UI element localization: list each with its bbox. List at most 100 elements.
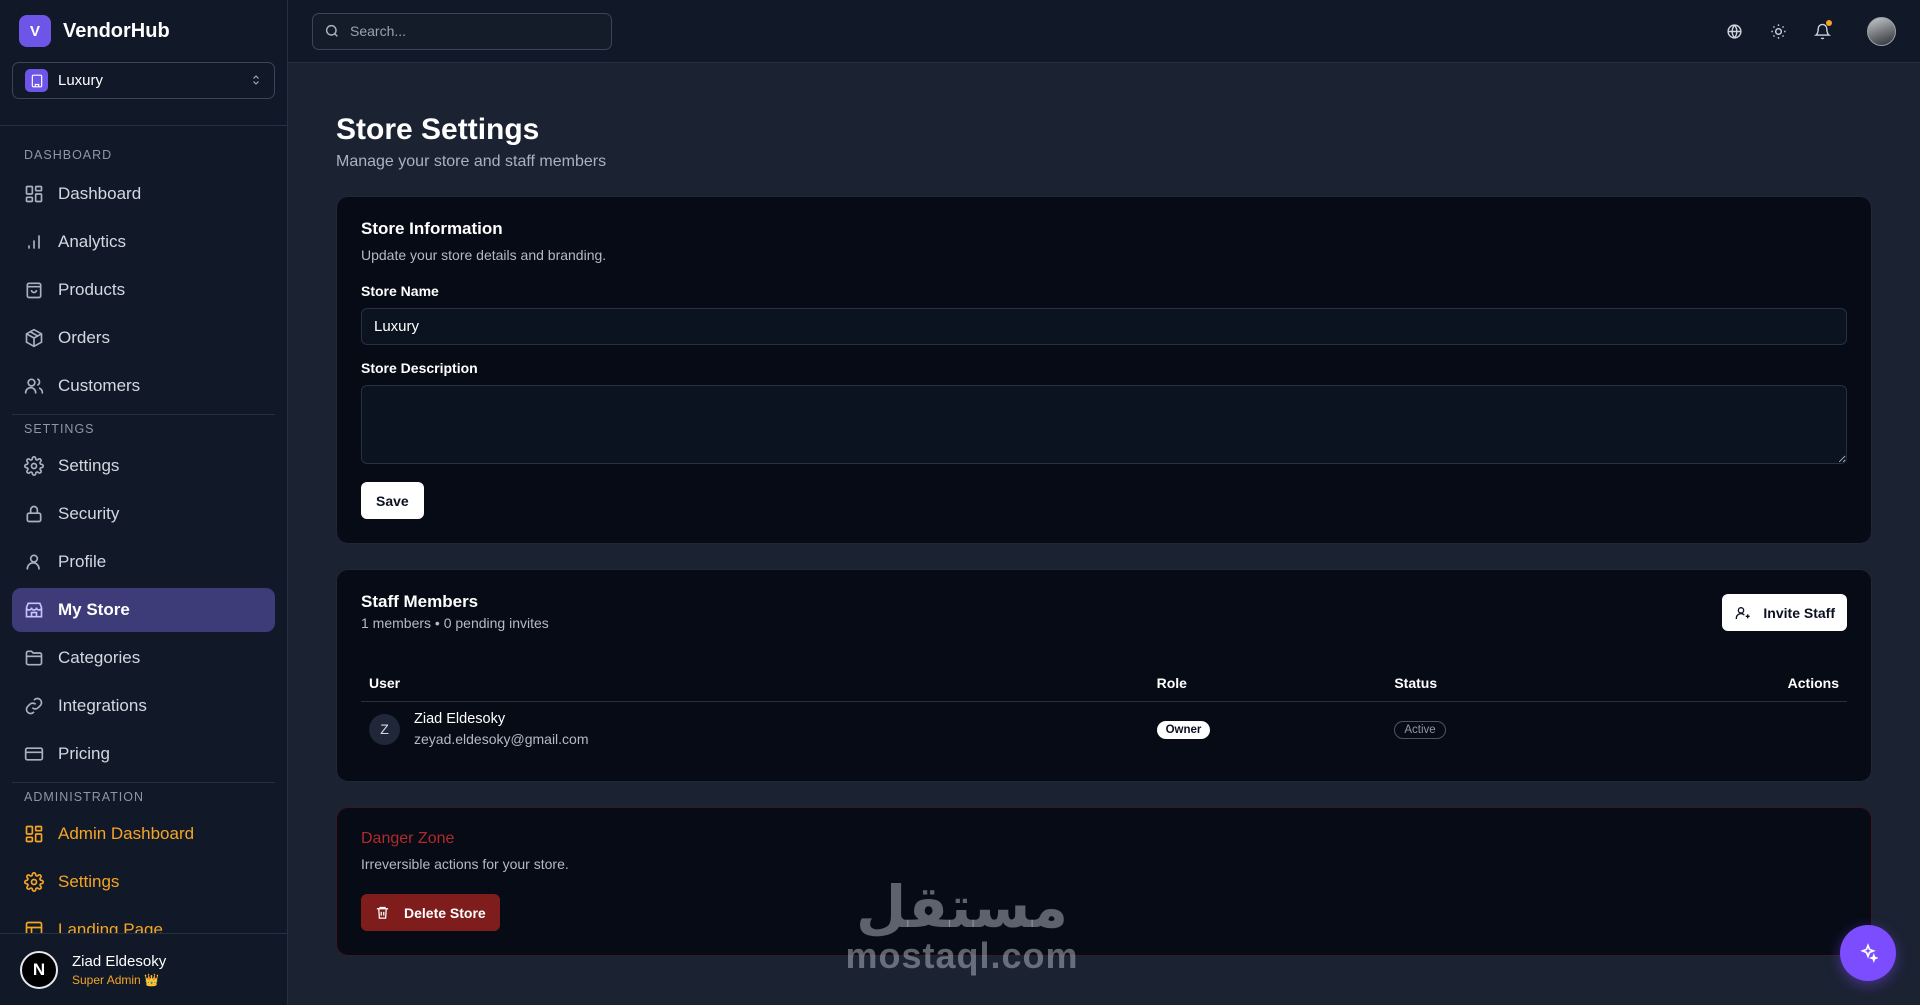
chevrons-up-down-icon: [250, 73, 262, 88]
staff-card: Staff Members 1 members • 0 pending invi…: [336, 569, 1872, 782]
sidebar-item-label: Profile: [58, 552, 107, 571]
store-description-label: Store Description: [361, 360, 478, 376]
section-administration-title: ADMINISTRATION: [12, 782, 275, 804]
sidebar-user[interactable]: N Ziad Eldesoky Super Admin 👑: [0, 933, 287, 1005]
danger-zone-card: Danger Zone Irreversible actions for you…: [336, 807, 1872, 956]
topbar: [288, 0, 1920, 63]
sidebar-item-landing-page[interactable]: Landing Page: [12, 908, 275, 933]
layout-icon: [25, 921, 43, 933]
brand-name: VendorHub: [63, 19, 170, 42]
invite-staff-button[interactable]: Invite Staff: [1722, 594, 1847, 631]
save-button[interactable]: Save: [361, 482, 424, 519]
sidebar-item-admin-dashboard[interactable]: Admin Dashboard: [12, 812, 275, 856]
column-actions: Actions: [1624, 665, 1847, 702]
staff-summary: 1 members • 0 pending invites: [361, 615, 549, 631]
sidebar-item-label: Analytics: [58, 232, 127, 251]
sidebar-item-settings[interactable]: Settings: [12, 444, 275, 488]
section-dashboard-title: DASHBOARD: [24, 148, 113, 162]
store-info-card: Store Information Update your store deta…: [336, 196, 1872, 544]
staff-table: User Role Status Actions Z Ziad Eldesoky…: [361, 665, 1847, 757]
assistant-fab[interactable]: [1840, 925, 1896, 981]
staff-email: zeyad.eldesoky@gmail.com: [414, 731, 589, 748]
watermark-arabic: مستقل: [855, 873, 1069, 941]
sidebar-item-customers[interactable]: Customers: [12, 364, 275, 408]
sidebar-item-label: Categories: [58, 648, 141, 667]
store-name-input[interactable]: [361, 308, 1847, 345]
sun-icon[interactable]: [1767, 20, 1789, 42]
gear-icon: [24, 456, 44, 476]
store-name-label: Store Name: [361, 283, 439, 299]
store-switcher-label: Luxury: [58, 72, 104, 89]
user-role: Super Admin 👑: [72, 972, 159, 987]
lock-icon: [26, 505, 42, 523]
sidebar-item-label: Security: [58, 504, 120, 523]
danger-zone-description: Irreversible actions for your store.: [361, 856, 569, 872]
shopping-bag-icon: [26, 282, 42, 299]
store-info-title: Store Information: [361, 219, 503, 238]
sidebar-item-categories[interactable]: Categories: [12, 636, 275, 680]
danger-zone-title: Danger Zone: [361, 830, 455, 847]
users-icon: [24, 378, 44, 394]
sidebar: V VendorHub Luxury DASHBOARD Dashboard A…: [0, 0, 288, 1005]
page-title: Store Settings: [336, 113, 540, 146]
section-settings-title: SETTINGS: [12, 414, 275, 436]
sidebar-item-my-store[interactable]: My Store: [12, 588, 275, 632]
sidebar-item-analytics[interactable]: Analytics: [12, 220, 275, 264]
role-badge: Owner: [1156, 720, 1211, 739]
credit-card-icon: [24, 747, 44, 761]
avatar: N: [20, 950, 58, 989]
store-description-input[interactable]: [361, 385, 1847, 464]
grid-icon: [25, 825, 43, 843]
main-content: Store Settings Manage your store and sta…: [336, 63, 1872, 956]
folder-icon: [25, 650, 43, 666]
package-icon: [25, 328, 43, 348]
trash-icon: [376, 906, 389, 919]
sidebar-nav: DASHBOARD Dashboard Analytics Products O…: [0, 126, 287, 933]
column-status: Status: [1386, 665, 1625, 702]
delete-store-label: Delete Store: [404, 904, 486, 921]
bar-chart-icon: [28, 235, 40, 249]
table-header-row: User Role Status Actions: [361, 665, 1847, 702]
profile-avatar[interactable]: [1867, 16, 1896, 46]
watermark: مستقل mostaql.com: [842, 878, 1082, 976]
search-box[interactable]: [312, 12, 612, 50]
sidebar-item-label: Products: [58, 280, 126, 299]
building-icon: [25, 69, 48, 92]
gear-icon: [24, 872, 44, 892]
sidebar-item-dashboard[interactable]: Dashboard: [12, 172, 275, 216]
sidebar-item-products[interactable]: Products: [12, 268, 275, 312]
sidebar-item-label: Orders: [58, 328, 110, 347]
brand[interactable]: V VendorHub: [0, 0, 287, 62]
sidebar-item-security[interactable]: Security: [12, 492, 275, 536]
user-icon: [26, 554, 40, 570]
page-subtitle: Manage your store and staff members: [336, 153, 607, 170]
globe-icon[interactable]: [1723, 20, 1745, 42]
user-name: Ziad Eldesoky: [72, 952, 167, 970]
sidebar-item-admin-settings[interactable]: Settings: [12, 860, 275, 904]
sidebar-item-label: My Store: [58, 600, 130, 619]
search-icon: [325, 24, 338, 37]
brand-logo: V: [19, 15, 51, 47]
store-icon: [25, 602, 43, 618]
watermark-latin: mostaql.com: [845, 935, 1079, 976]
sidebar-item-label: Settings: [58, 456, 120, 475]
sidebar-item-label: Pricing: [58, 744, 110, 763]
bell-icon[interactable]: [1811, 20, 1833, 42]
link-icon: [25, 697, 43, 715]
table-row: Z Ziad Eldesoky zeyad.eldesoky@gmail.com…: [361, 701, 1847, 757]
sidebar-item-integrations[interactable]: Integrations: [12, 684, 275, 728]
store-switcher[interactable]: Luxury: [12, 62, 275, 99]
delete-store-button[interactable]: Delete Store: [361, 894, 500, 931]
sidebar-item-label: Landing Page: [58, 920, 163, 933]
sidebar-item-orders[interactable]: Orders: [12, 316, 275, 360]
notification-dot: [1826, 20, 1832, 26]
status-badge: Active: [1394, 720, 1446, 739]
search-input[interactable]: [350, 23, 590, 39]
invite-staff-label: Invite Staff: [1763, 604, 1835, 621]
sidebar-item-pricing[interactable]: Pricing: [12, 732, 275, 776]
staff-title: Staff Members: [361, 592, 479, 611]
sidebar-item-profile[interactable]: Profile: [12, 540, 275, 584]
column-user: User: [361, 665, 1149, 702]
grid-icon: [25, 185, 43, 203]
sidebar-item-label: Dashboard: [58, 184, 142, 203]
